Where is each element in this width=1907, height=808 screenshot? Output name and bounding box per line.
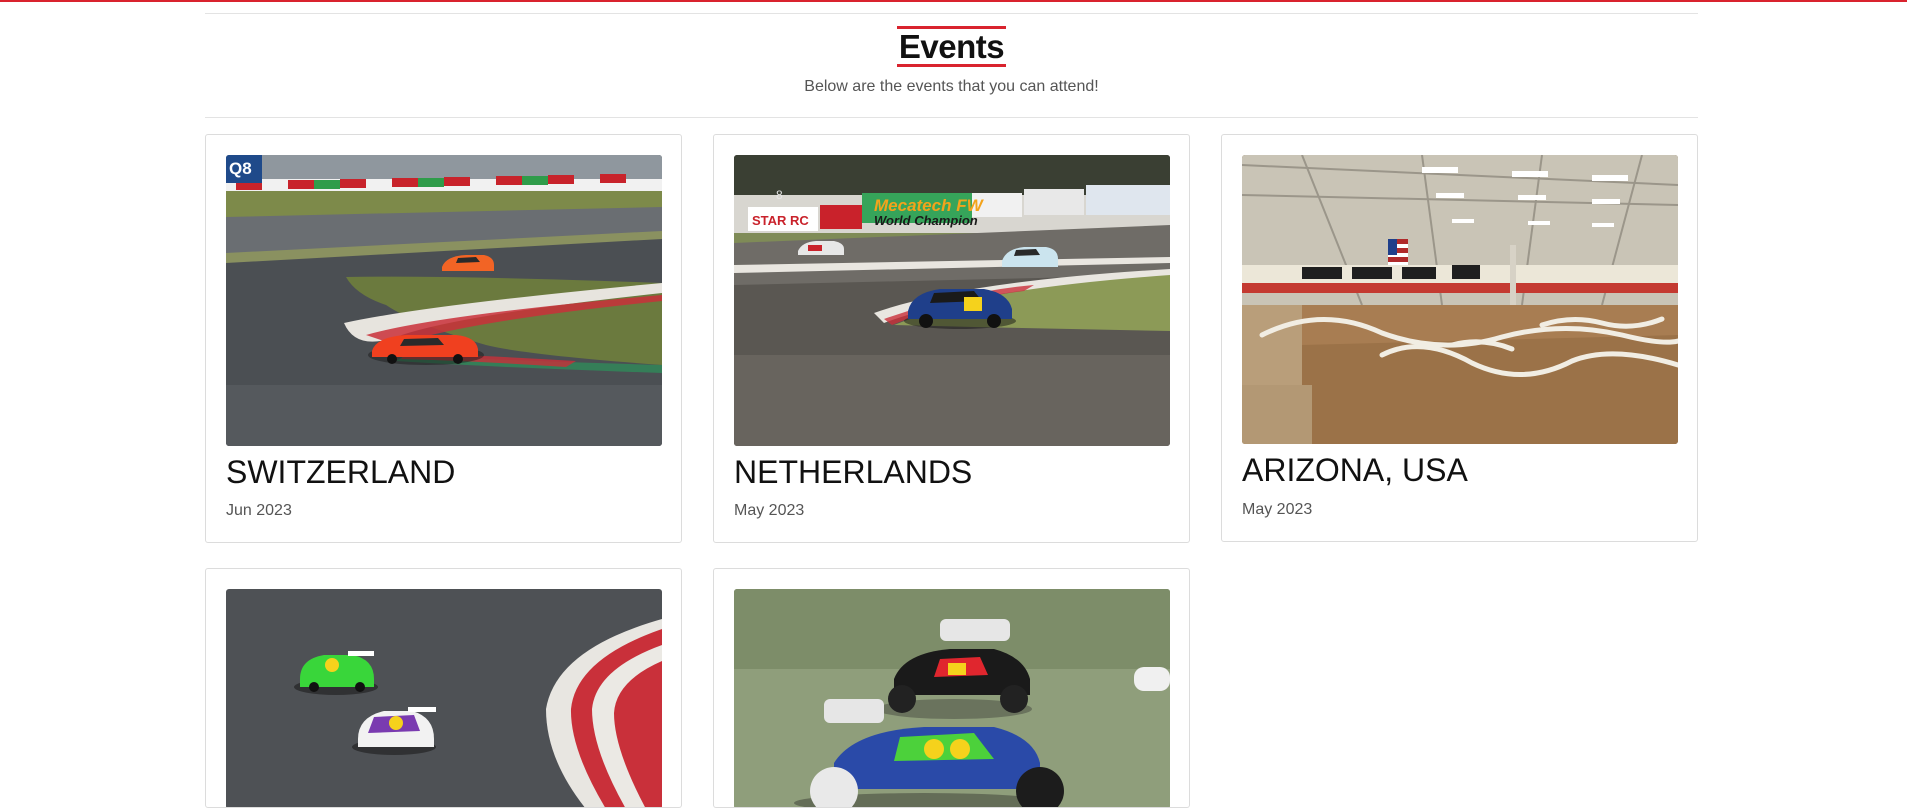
event-date: May 2023: [1242, 501, 1313, 518]
event-card-switzerland[interactable]: Q8 SWITZERLAND Jun 2023: [205, 134, 682, 543]
page-subtitle: Below are the events that you can attend…: [804, 78, 1099, 95]
card1-number: 8: [776, 188, 783, 202]
page-title: Events: [896, 26, 1007, 67]
event-image-4[interactable]: [226, 589, 662, 807]
card1-banner-star: STAR RC: [752, 213, 809, 228]
event-title[interactable]: NETHERLANDS: [734, 454, 972, 491]
event-image-netherlands[interactable]: STAR RC Mecatech FW World Champion 8: [734, 155, 1170, 446]
card1-banner-world: World Champion: [874, 213, 978, 228]
buggy-race-photo: [734, 589, 1170, 807]
event-image-switzerland[interactable]: Q8: [226, 155, 662, 446]
road-track-photo: [226, 589, 662, 807]
event-image-arizona[interactable]: [1242, 155, 1678, 444]
event-card-4[interactable]: [205, 568, 682, 808]
header-divider: [205, 117, 1698, 118]
title-wrap: Events: [205, 26, 1698, 67]
event-date: May 2023: [734, 502, 805, 519]
event-date: Jun 2023: [226, 502, 292, 519]
event-image-5[interactable]: [734, 589, 1170, 807]
event-title[interactable]: ARIZONA, USA: [1242, 452, 1468, 489]
road-track-photo: STAR RC Mecatech FW World Champion 8: [734, 155, 1170, 446]
event-card-5[interactable]: [713, 568, 1190, 808]
top-divider: [205, 13, 1698, 14]
indoor-dirt-track-photo: [1242, 155, 1678, 444]
card0-banner-text: Q8: [229, 159, 252, 178]
event-card-arizona[interactable]: ARIZONA, USA May 2023: [1221, 134, 1698, 542]
event-card-netherlands[interactable]: STAR RC Mecatech FW World Champion 8 NET…: [713, 134, 1190, 543]
events-section: Events Below are the events that you can…: [205, 0, 1698, 808]
event-title[interactable]: SWITZERLAND: [226, 454, 455, 491]
road-track-photo: Q8: [226, 155, 662, 446]
